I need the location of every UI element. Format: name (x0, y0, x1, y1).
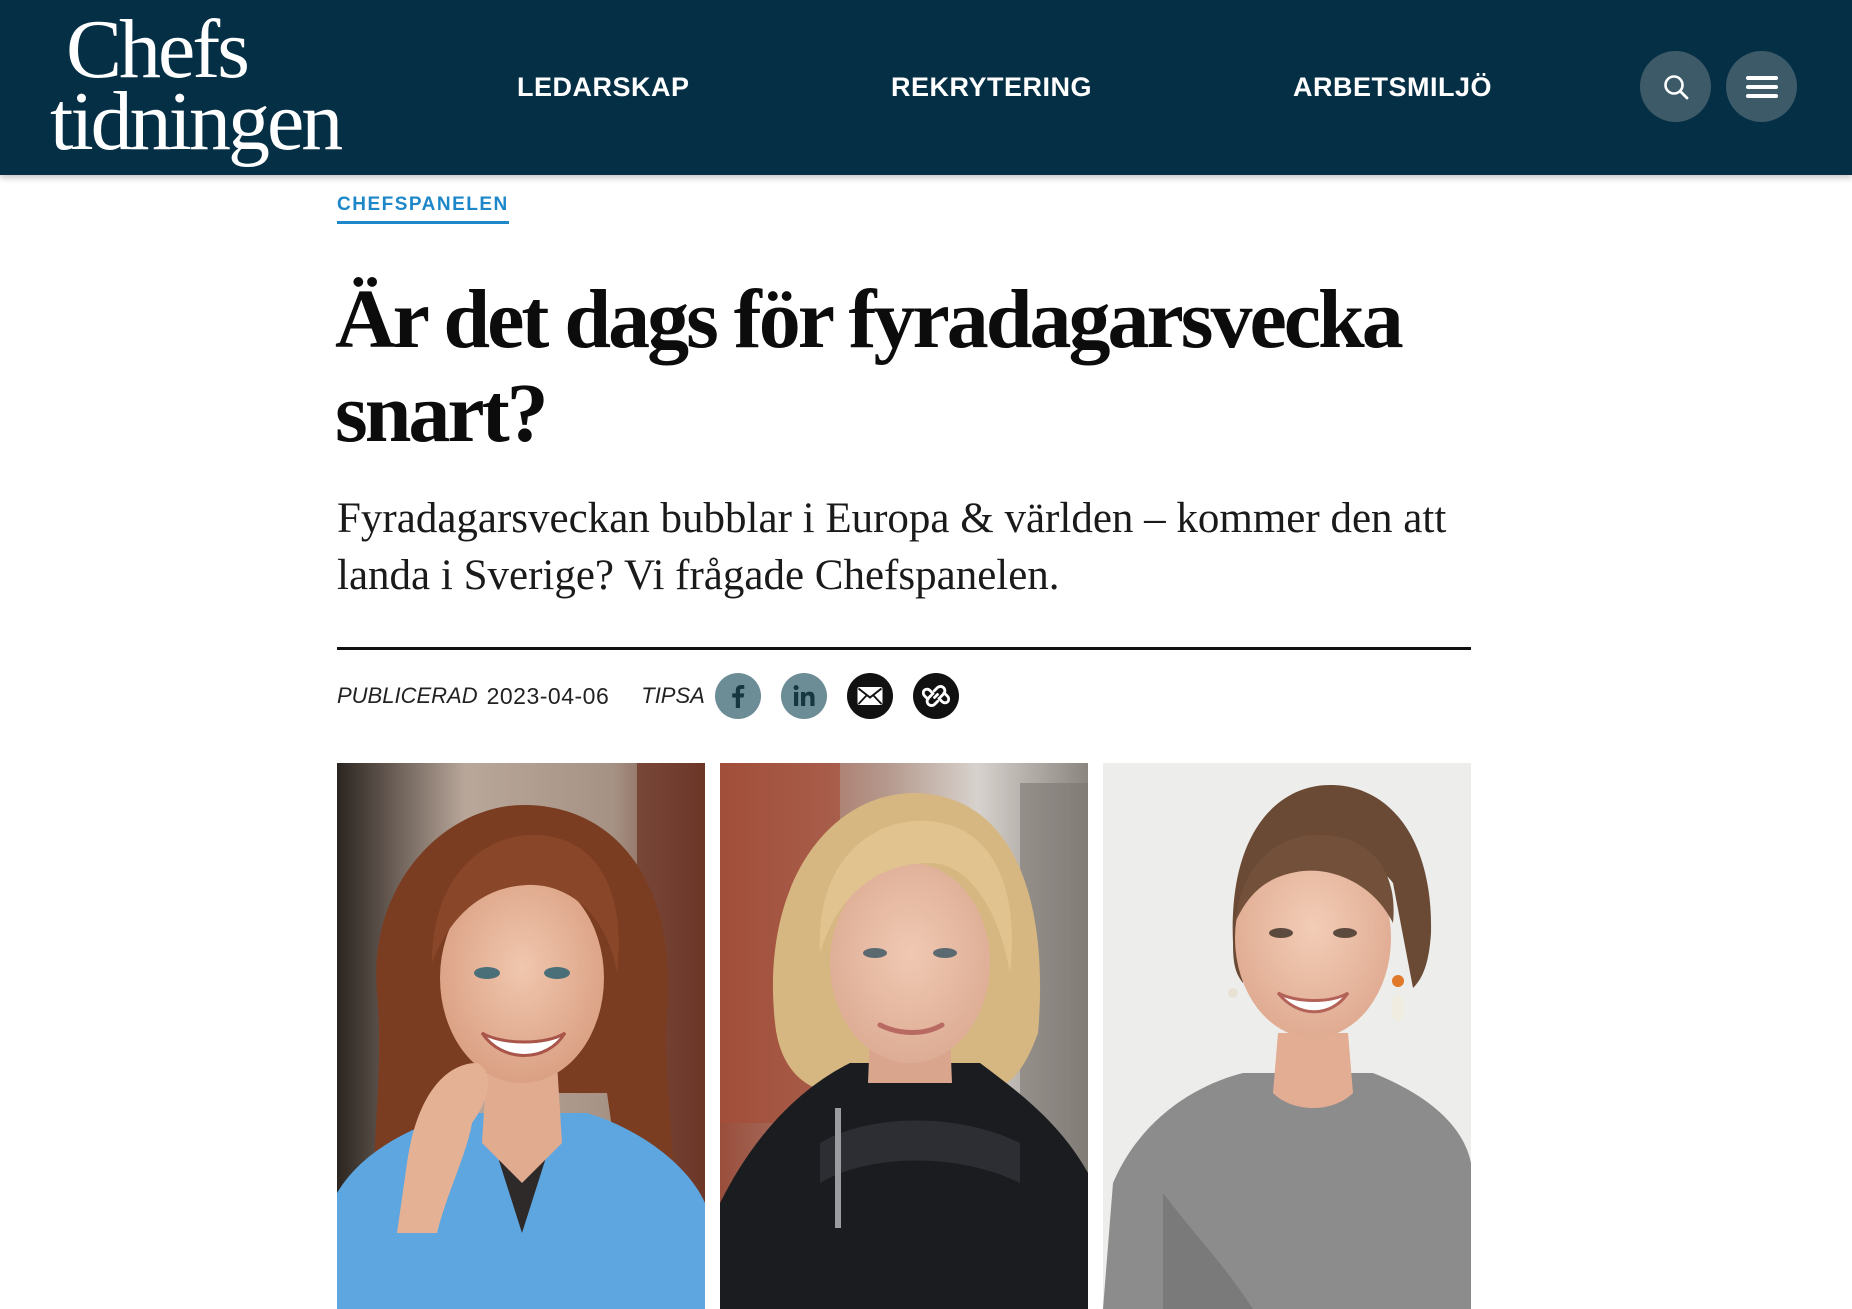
linkedin-icon (793, 685, 815, 706)
panel-photo-1 (337, 763, 705, 1309)
published-label: PUBLICERAD (337, 683, 478, 708)
copy-link-button[interactable] (912, 673, 959, 719)
mail-icon (857, 687, 883, 705)
site-logo[interactable]: Chefs tidningen (50, 7, 343, 169)
facebook-icon (732, 685, 745, 708)
panel-photo-3 (1103, 763, 1471, 1309)
hamburger-menu-icon (1745, 75, 1778, 98)
search-icon (1663, 74, 1688, 99)
article-headline: Är det dags för fyradagarsvecka snart? (335, 273, 1404, 460)
divider (337, 647, 1471, 650)
category-link[interactable]: CHEFSPANELEN (337, 194, 509, 224)
article-ingress: Fyradagarsveckan bubblar i Europa & värl… (337, 495, 1447, 599)
panel-photo-2 (720, 763, 1088, 1309)
nav-item-ledarskap[interactable]: LEDARSKAP (517, 72, 690, 103)
article-meta: PUBLICERAD 2023-04-06 TIPSA (337, 672, 959, 720)
logo-line-2: tidningen (50, 75, 343, 169)
panel-photos (337, 763, 1471, 1309)
nav-item-rekrytering[interactable]: REKRYTERING (891, 72, 1092, 103)
share-mail-button[interactable] (846, 673, 893, 719)
search-button[interactable] (1640, 51, 1711, 122)
share-facebook-button[interactable] (714, 673, 761, 719)
site-header: Chefs tidningen LEDARSKAP REKRYTERING AR… (0, 0, 1852, 175)
menu-button[interactable] (1726, 51, 1797, 122)
published-date: 2023-04-06 (486, 682, 610, 709)
link-icon (921, 685, 950, 707)
share-label: TIPSA (641, 683, 705, 708)
share-linkedin-button[interactable] (780, 673, 827, 719)
nav-item-arbetsmiljo[interactable]: ARBETSMILJÖ (1293, 72, 1492, 103)
